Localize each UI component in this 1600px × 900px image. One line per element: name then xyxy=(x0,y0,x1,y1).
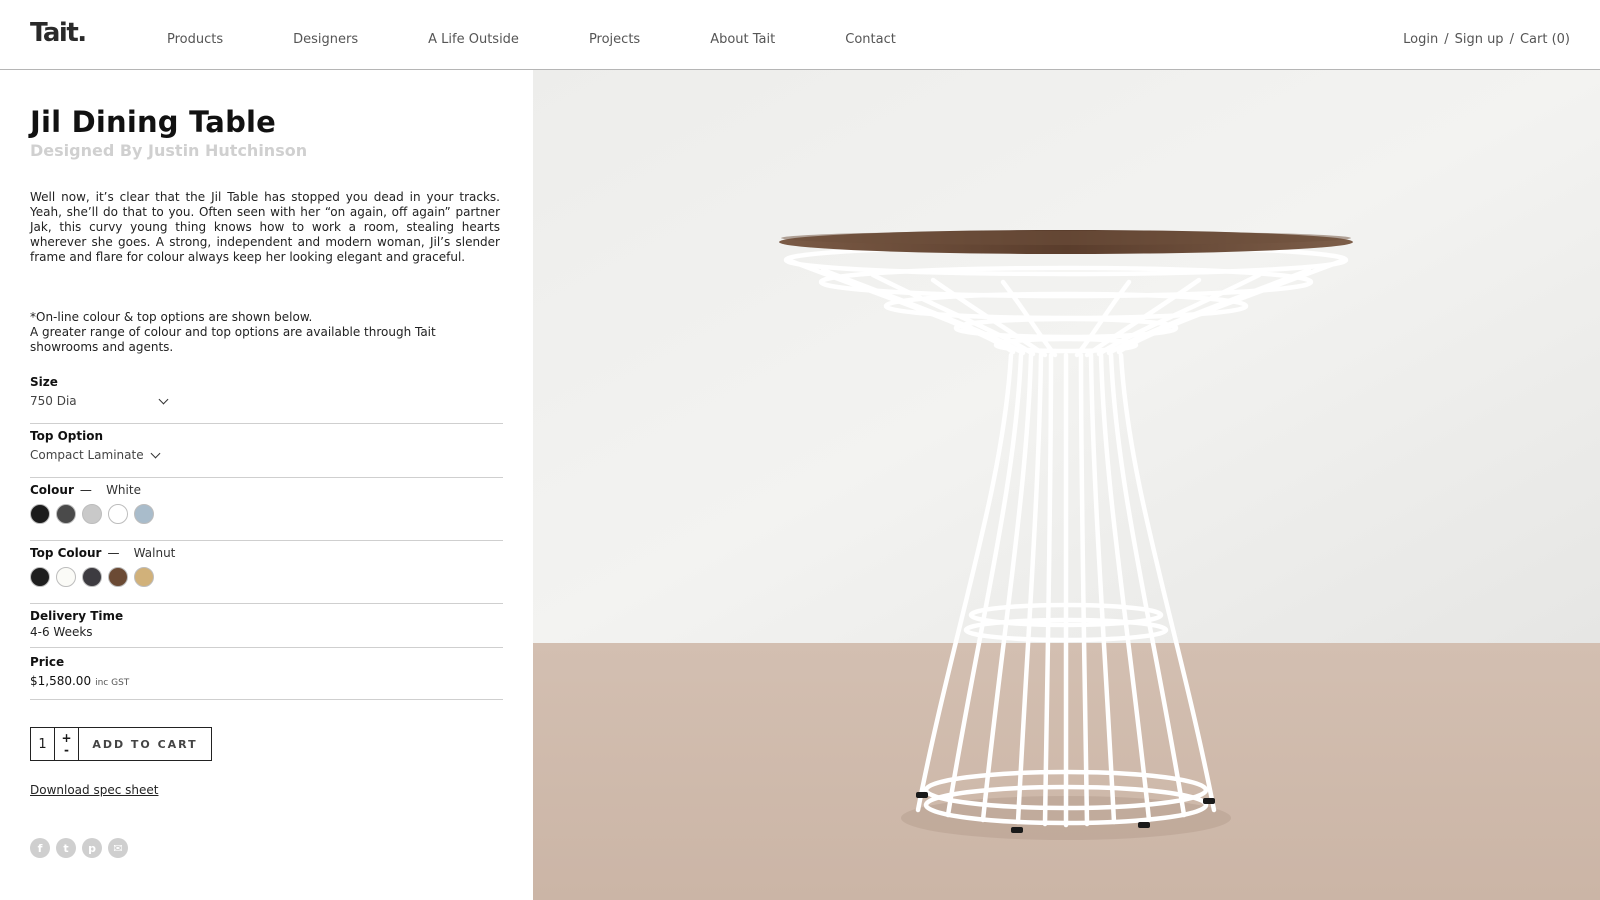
colour-swatches xyxy=(30,504,503,524)
quantity-input[interactable]: 1 xyxy=(31,728,55,760)
add-to-cart-group: 1 + - ADD TO CART xyxy=(30,727,212,761)
colour-heading: Colour — White xyxy=(30,483,503,497)
delivery-label: Delivery Time xyxy=(30,609,124,623)
nav-about-tait[interactable]: About Tait xyxy=(710,32,775,47)
add-to-cart-button[interactable]: ADD TO CART xyxy=(79,728,211,760)
top-colour-label: Top Colour xyxy=(30,546,102,560)
chevron-down-icon[interactable] xyxy=(158,394,169,404)
product-designer: Designed By Justin Hutchinson xyxy=(30,141,308,160)
top-option-select[interactable]: Compact Laminate xyxy=(30,448,503,462)
cart-link[interactable]: Cart (0) xyxy=(1520,32,1570,47)
twitter-icon[interactable]: t xyxy=(56,838,76,858)
size-select[interactable]: 750 Dia xyxy=(30,394,503,408)
colour-swatch-white[interactable] xyxy=(108,504,128,524)
site-header: Tait. Products Designers A Life Outside … xyxy=(0,0,1600,70)
facebook-icon[interactable]: f xyxy=(30,838,50,858)
product-details-panel: Jil Dining Table Designed By Justin Hutc… xyxy=(0,70,533,900)
account-links: Login / Sign up / Cart (0) xyxy=(1403,32,1570,47)
signup-link[interactable]: Sign up xyxy=(1455,32,1504,47)
colour-swatch-blue[interactable] xyxy=(134,504,154,524)
colour-swatch-black[interactable] xyxy=(30,504,50,524)
price-info: Price $1,580.00 inc GST xyxy=(30,655,503,700)
nav-products[interactable]: Products xyxy=(167,32,223,47)
nav-designers[interactable]: Designers xyxy=(293,32,358,47)
chevron-down-icon[interactable] xyxy=(150,448,161,458)
top-colour-heading: Top Colour — Walnut xyxy=(30,546,503,560)
top-colour-dash: — xyxy=(107,546,120,560)
product-hero-image xyxy=(533,70,1600,900)
options-note: *On-line colour & top options are shown … xyxy=(30,310,470,355)
price-tax-note: inc GST xyxy=(95,678,130,688)
pinterest-icon[interactable]: p xyxy=(82,838,102,858)
options-note-line1: *On-line colour & top options are shown … xyxy=(30,310,313,324)
price-label: Price xyxy=(30,655,65,669)
price-value: $1,580.00 xyxy=(30,674,92,688)
separator: / xyxy=(1509,32,1514,47)
top-colour-swatch-walnut[interactable] xyxy=(108,567,128,587)
main-nav: Products Designers A Life Outside Projec… xyxy=(167,32,966,47)
social-share: f t p ✉ xyxy=(30,838,128,858)
price-line: $1,580.00 inc GST xyxy=(30,674,503,688)
size-option: Size 750 Dia xyxy=(30,375,503,424)
top-colour-swatches xyxy=(30,567,503,587)
nav-contact[interactable]: Contact xyxy=(845,32,896,47)
size-value: 750 Dia xyxy=(30,394,77,408)
top-option-label: Top Option xyxy=(30,429,104,443)
quantity-stepper: + - xyxy=(55,728,79,760)
colour-label: Colour xyxy=(30,483,74,497)
size-label: Size xyxy=(30,375,58,389)
top-colour-swatch-white[interactable] xyxy=(56,567,76,587)
separator: / xyxy=(1444,32,1449,47)
colour-swatch-charcoal[interactable] xyxy=(56,504,76,524)
colour-selected: White xyxy=(106,483,141,497)
top-colour-swatch-black[interactable] xyxy=(30,567,50,587)
colour-option: Colour — White xyxy=(30,483,503,541)
top-option: Top Option Compact Laminate xyxy=(30,429,503,478)
colour-dash: — xyxy=(79,483,92,497)
top-option-value: Compact Laminate xyxy=(30,448,144,462)
download-spec-sheet-link[interactable]: Download spec sheet xyxy=(30,783,158,797)
login-link[interactable]: Login xyxy=(1403,32,1438,47)
table-photo xyxy=(533,70,1600,900)
options-note-line2: A greater range of colour and top option… xyxy=(30,325,436,354)
top-colour-swatch-oak[interactable] xyxy=(134,567,154,587)
delivery-value: 4-6 Weeks xyxy=(30,625,93,639)
product-title: Jil Dining Table xyxy=(30,105,277,139)
colour-swatch-grey[interactable] xyxy=(82,504,102,524)
product-description: Well now, it’s clear that the Jil Table … xyxy=(30,190,500,264)
nav-a-life-outside[interactable]: A Life Outside xyxy=(428,32,519,47)
quantity-decrease-button[interactable]: - xyxy=(64,744,69,756)
delivery-info: Delivery Time 4-6 Weeks xyxy=(30,609,503,648)
top-colour-swatch-charcoal[interactable] xyxy=(82,567,102,587)
top-colour-selected: Walnut xyxy=(133,546,176,560)
email-icon[interactable]: ✉ xyxy=(108,838,128,858)
tait-logo[interactable]: Tait. xyxy=(30,18,87,48)
nav-projects[interactable]: Projects xyxy=(589,32,640,47)
top-colour-option: Top Colour — Walnut xyxy=(30,546,503,604)
